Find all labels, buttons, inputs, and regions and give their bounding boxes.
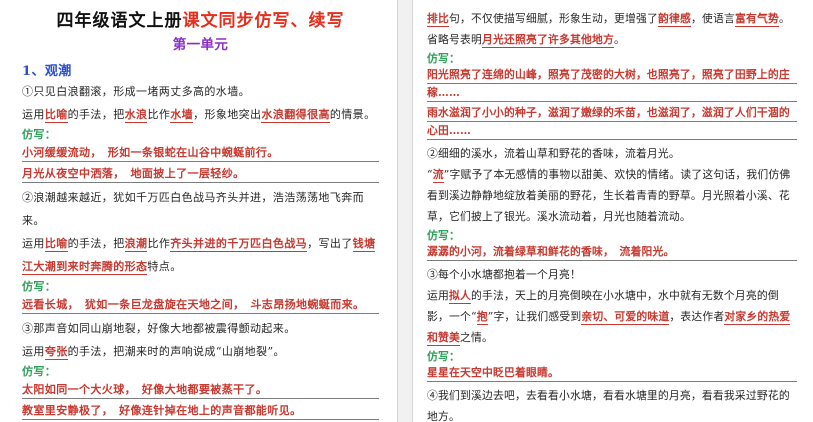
- text-run: 之情。: [460, 331, 493, 344]
- paragraph: 运用拟人的手法，天上的月亮倒映在小水塘中，水中就有无数个月亮的倒影，一个“抱”字…: [427, 285, 797, 348]
- text-run: ”字，让我们感受到: [488, 310, 582, 323]
- answer-word: 月光还照亮了许多其他地方: [482, 33, 614, 48]
- text-run: 的手法，把: [68, 108, 125, 121]
- text-run: ③每个小水塘都抱着一个月亮！: [427, 268, 581, 281]
- paragraph: 运用比喻的手法，把水浪比作水墙，形象地突出水浪翻得很高的情景。: [22, 103, 379, 126]
- answer-word: 拟人: [449, 289, 471, 304]
- answer-word: 排比: [427, 12, 449, 27]
- lesson-heading: 1、观潮: [22, 64, 379, 80]
- unit-subtitle: 第一单元: [22, 36, 379, 54]
- page-gutter: [397, 0, 413, 422]
- fangxie-label: 仿写：: [22, 279, 379, 295]
- text-run: 的情景。: [330, 108, 376, 121]
- paragraph: ③每个小水塘都抱着一个月亮！: [427, 264, 797, 285]
- answer-word: 韵律感: [658, 12, 691, 27]
- text-run: ③那声音如同山崩地裂，好像大地都被震得颤动起来。: [22, 322, 296, 335]
- answer-line: 潺潺的小河，流着绿草和鲜花的香味， 流着阳光。: [427, 243, 797, 261]
- text-run: 比作: [147, 237, 170, 250]
- doc-title-segment: 四年级语文上册: [57, 11, 183, 31]
- page-left: 四年级语文上册课文同步仿写、续写第一单元 1、观潮 ①只见白浪翻滚，形成一堵两丈多高…: [0, 0, 397, 422]
- paragraph: “流”字赋予了本无感情的事物以甜美、欢快的情绪。读了这句话，我们仿佛看到溪边静静…: [427, 164, 797, 227]
- text-run: ①只见白浪翻滚，形成一堵两丈多高的水墙。: [22, 85, 250, 98]
- doc-title: 四年级语文上册课文同步仿写、续写: [22, 10, 379, 32]
- document-view: 四年级语文上册课文同步仿写、续写第一单元 1、观潮 ①只见白浪翻滚，形成一堵两丈多高…: [0, 0, 813, 422]
- fangxie-label: 仿写：: [427, 228, 797, 243]
- paragraph: ②浪潮越来越近，犹如千万匹白色战马齐头并进，浩浩荡荡地飞奔而来。: [22, 186, 379, 232]
- paragraph: ③那声音如同山崩地裂，好像大地都被震得颤动起来。: [22, 317, 379, 340]
- paragraph: 运用夸张的手法，把潮来时的声响说成“山崩地裂”。: [22, 340, 379, 363]
- text-run: 。: [614, 33, 625, 46]
- paragraph: ①只见白浪翻滚，形成一堵两丈多高的水墙。: [22, 80, 379, 103]
- answer-word: 亲切、可爱的味道: [581, 310, 669, 325]
- answer-line: 星星在天空中眨巴着眼睛。: [427, 364, 797, 382]
- text-run: 运用: [22, 345, 45, 358]
- text-run: 运用: [22, 237, 45, 250]
- text-run: “: [427, 168, 433, 181]
- paragraph: ②细细的溪水，流着山草和野花的香味，流着月光。: [427, 143, 797, 164]
- answer-line: 教室里安静极了， 好像连针掉在地上的声音都能听见。: [22, 401, 379, 420]
- answer-word: 水浪翻得很高: [261, 108, 329, 123]
- fangxie-label: 仿写：: [22, 127, 379, 143]
- text-run: 运用: [22, 108, 45, 121]
- answer-word: 水墙: [170, 108, 193, 123]
- text-run: 的手法，把: [68, 237, 125, 250]
- answer-line: 雨水滋润了小小的种子，滋润了嫩绿的禾苗，也滋润了，滋润了人们干涸的心田……: [427, 104, 797, 140]
- answer-word: 流: [433, 168, 444, 183]
- text-run: 比作: [147, 108, 170, 121]
- answer-line: 阳光照亮了连绵的山峰，照亮了茂密的大树，也照亮了，照亮了田野上的庄稼……: [427, 66, 797, 102]
- text-run: ④我们到溪边去吧，去看看小水塘，看看水塘里的月亮，看看我采过野花的地方。: [427, 389, 790, 422]
- text-run: 特点。: [147, 260, 181, 273]
- answer-line: 小河缓缓流动， 形如一条银蛇在山谷中蜿蜒前行。: [22, 143, 379, 162]
- answer-word: 浪潮: [125, 237, 148, 252]
- answer-line: 太阳如同一个大火球， 好像大地都要被蒸干了。: [22, 380, 379, 399]
- paragraph: ④我们到溪边去吧，去看看小水塘，看看水塘里的月亮，看看我采过野花的地方。: [427, 385, 797, 422]
- fangxie-label: 仿写：: [427, 349, 797, 364]
- answer-line: 远看长城， 犹如一条巨龙盘旋在天地之间， 斗志昂扬地蜿蜒而来。: [22, 295, 379, 314]
- paragraph: 排比句，不仅使描写细腻，形象生动，更增强了韵律感，使语言富有气势。省略号表明月光…: [427, 8, 797, 50]
- text-run: ，使语言: [691, 12, 735, 25]
- answer-word: 比喻: [45, 237, 68, 252]
- text-run: ，表达作者: [669, 310, 724, 323]
- fangxie-label: 仿写：: [427, 51, 797, 66]
- answer-word: 富有气势: [735, 12, 779, 27]
- text-run: 运用: [427, 289, 449, 302]
- answer-word: 齐头并进的千万匹白色战马: [170, 237, 307, 252]
- answer-word: 水浪: [125, 108, 148, 123]
- text-run: ”字赋予了本无感情的事物以甜美、欢快的情绪。读了这句话，我们仿佛看到溪边静静地绽…: [427, 168, 790, 223]
- doc-title-segment: 课文同步仿写、续写: [183, 11, 345, 31]
- answer-word: 抱: [477, 310, 488, 325]
- text-run: ②浪潮越来越近，犹如千万匹白色战马齐头并进，浩浩荡荡地飞奔而来。: [22, 191, 364, 227]
- text-run: 句，不仅使描写细腻，形象生动，更增强了: [449, 12, 658, 25]
- text-run: 的手法，把潮来时的声响说成“山崩地裂”。: [68, 345, 285, 358]
- answer-line: 月光从夜空中洒落， 地面披上了一层轻纱。: [22, 164, 379, 183]
- answer-word: 夸张: [45, 345, 68, 360]
- page-right: 排比句，不仅使描写细腻，形象生动，更增强了韵律感，使语言富有气势。省略号表明月光…: [413, 0, 813, 422]
- text-run: ②细细的溪水，流着山草和野花的香味，流着月光。: [427, 147, 680, 160]
- answer-word: 比喻: [45, 108, 68, 123]
- text-run: ，写出了: [307, 237, 353, 250]
- paragraph: 运用比喻的手法，把浪潮比作齐头并进的千万匹白色战马，写出了钱塘江大潮到来时奔腾的…: [22, 232, 379, 278]
- text-run: ，形象地突出: [193, 108, 261, 121]
- fangxie-label: 仿写：: [22, 364, 379, 380]
